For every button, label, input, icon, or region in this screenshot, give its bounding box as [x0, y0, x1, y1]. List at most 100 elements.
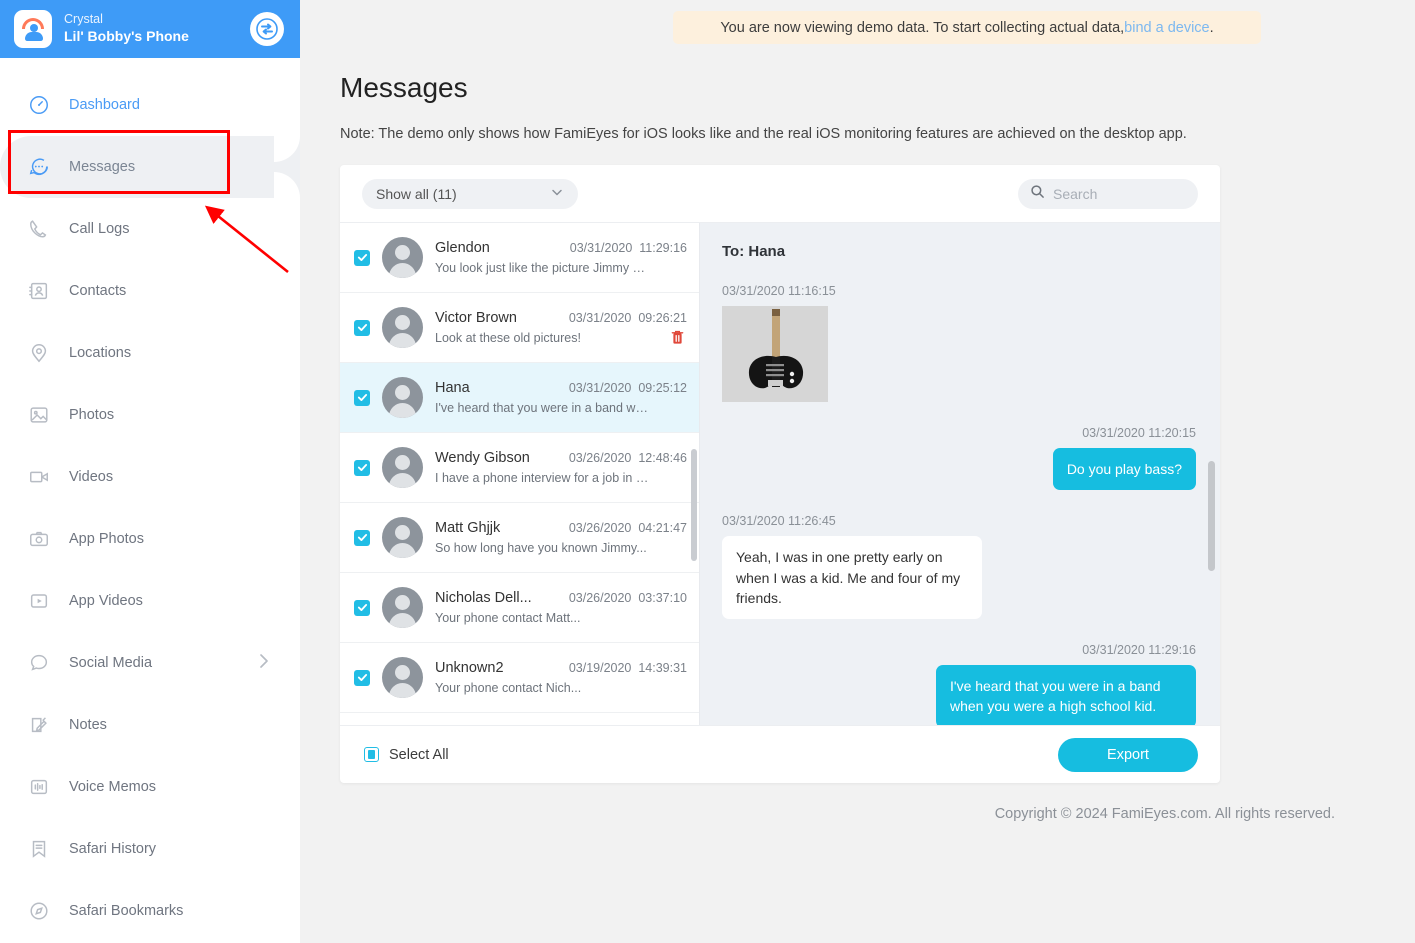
- message-timestamp: 03/31/2020 11:29:16: [1082, 643, 1196, 658]
- message-outgoing-1: 03/31/2020 11:20:15 Do you play bass?: [722, 426, 1196, 491]
- filter-label: Show all (11): [376, 185, 457, 202]
- thread-timestamp: 03/26/2020 04:21:47: [568, 521, 687, 535]
- play-box-icon: [26, 588, 52, 614]
- sidebar-item-messages[interactable]: Messages: [0, 136, 300, 198]
- sidebar-item-label: App Photos: [69, 531, 144, 547]
- app-root: Crystal Lil' Bobby's Phone Dashboard Mes…: [0, 0, 1415, 943]
- sidebar-item-social-media[interactable]: Social Media: [0, 632, 300, 694]
- thread-name: Nicholas Dell...: [435, 590, 532, 606]
- main-content: You are now viewing demo data. To start …: [300, 0, 1415, 943]
- thread-list[interactable]: Glendon 03/31/2020 11:29:16 You look jus…: [340, 223, 700, 725]
- bass-guitar-photo[interactable]: [722, 306, 828, 402]
- sidebar-item-photos[interactable]: Photos: [0, 384, 300, 446]
- sidebar-item-app-videos[interactable]: App Videos: [0, 570, 300, 632]
- show-all-filter-dropdown[interactable]: Show all (11): [362, 178, 578, 209]
- sidebar-item-contacts[interactable]: Contacts: [0, 260, 300, 322]
- image-icon: [26, 402, 52, 428]
- sidebar-item-dashboard[interactable]: Dashboard: [0, 74, 300, 136]
- export-button[interactable]: Export: [1058, 737, 1198, 772]
- thread-timestamp: 03/26/2020 12:48:46: [568, 451, 687, 465]
- thread-list-scrollbar[interactable]: [691, 449, 697, 561]
- bookmark-lines-icon: [26, 836, 52, 862]
- thread-name: Matt Ghjjk: [435, 520, 501, 536]
- thread-checkbox[interactable]: [354, 389, 370, 406]
- bind-a-device-link[interactable]: bind a device: [1124, 20, 1209, 36]
- search-box[interactable]: [1018, 178, 1198, 209]
- sidebar-item-notes[interactable]: Notes: [0, 694, 300, 756]
- sidebar-item-app-photos[interactable]: App Photos: [0, 508, 300, 570]
- sidebar-item-call-logs[interactable]: Call Logs: [0, 198, 300, 260]
- sidebar-item-safari-bookmarks[interactable]: Safari Bookmarks: [0, 880, 300, 942]
- thread-row-wendy-gibson[interactable]: Wendy Gibson 03/26/2020 12:48:46 I have …: [340, 433, 699, 503]
- thread-snippet: Your phone contact Nich...: [435, 681, 582, 695]
- thread-row-hana[interactable]: Hana 03/31/2020 09:25:12 I've heard that…: [340, 363, 699, 433]
- sidebar-item-label: App Videos: [69, 593, 143, 609]
- sidebar-item-voice-memos[interactable]: Voice Memos: [0, 756, 300, 818]
- avatar: [382, 587, 423, 628]
- speech-bubble-icon: [26, 650, 52, 676]
- device-name: Lil' Bobby's Phone: [64, 28, 189, 45]
- sidebar-item-label: Locations: [69, 345, 132, 361]
- avatar: [382, 307, 423, 348]
- thread-checkbox[interactable]: [354, 669, 370, 686]
- thread-row-glendon[interactable]: Glendon 03/31/2020 11:29:16 You look jus…: [340, 223, 699, 293]
- sidebar-item-locations[interactable]: Locations: [0, 322, 300, 384]
- thread-name: Wendy Gibson: [435, 450, 530, 466]
- page-title: Messages: [340, 72, 468, 103]
- thread-checkbox[interactable]: [354, 599, 370, 616]
- waveform-icon: [26, 774, 52, 800]
- demo-data-banner: You are now viewing demo data. To start …: [673, 11, 1261, 44]
- thread-checkbox[interactable]: [354, 249, 370, 266]
- thread-snippet: Look at these old pictures!: [435, 331, 581, 345]
- brand-text: Crystal Lil' Bobby's Phone: [64, 12, 189, 45]
- thread-name: Unknown2: [435, 660, 504, 676]
- conversation-panel: To: Hana 03/31/2020 11:16:15 03/31/2020 …: [700, 223, 1220, 725]
- contact-card-icon: [26, 278, 52, 304]
- conversation-header: To: Hana: [722, 243, 786, 260]
- avatar: [382, 657, 423, 698]
- message-bubble[interactable]: I've heard that you were in a band when …: [936, 665, 1196, 725]
- brand-header: Crystal Lil' Bobby's Phone: [0, 0, 300, 58]
- select-all-control[interactable]: Select All: [364, 747, 449, 763]
- message-image-incoming: 03/31/2020 11:16:15: [722, 284, 1196, 402]
- thread-timestamp: 03/31/2020 09:25:12: [568, 381, 687, 395]
- speedometer-icon: [26, 92, 52, 118]
- sync-swap-icon[interactable]: [250, 12, 284, 46]
- conversation-scrollbar[interactable]: [1208, 461, 1215, 571]
- message-timestamp: 03/31/2020 11:26:45: [722, 514, 836, 529]
- delete-icon[interactable]: [670, 329, 685, 350]
- message-bubble[interactable]: Yeah, I was in one pretty early on when …: [722, 536, 982, 620]
- select-all-checkbox[interactable]: [364, 747, 379, 762]
- thread-checkbox[interactable]: [354, 459, 370, 476]
- thread-row-matt-ghjjk[interactable]: Matt Ghjjk 03/26/2020 04:21:47 So how lo…: [340, 503, 699, 573]
- thread-row-unknown2[interactable]: Unknown2 03/19/2020 14:39:31 Your phone …: [340, 643, 699, 713]
- avatar: [382, 377, 423, 418]
- sidebar-item-label: Messages: [69, 159, 136, 175]
- thread-timestamp: 03/19/2020 14:39:31: [568, 661, 687, 675]
- sidebar-item-label: Photos: [69, 407, 115, 423]
- thread-row-nicholas-dell[interactable]: Nicholas Dell... 03/26/2020 03:37:10 You…: [340, 573, 699, 643]
- page-note: Note: The demo only shows how FamiEyes f…: [340, 126, 1187, 142]
- thread-snippet: So how long have you known Jimmy...: [435, 541, 647, 555]
- search-input[interactable]: [1053, 185, 1183, 202]
- sidebar-item-label: Call Logs: [69, 221, 130, 237]
- sidebar-item-videos[interactable]: Videos: [0, 446, 300, 508]
- notch-bottom: [274, 172, 300, 198]
- map-pin-icon: [26, 340, 52, 366]
- thread-timestamp: 03/26/2020 03:37:10: [568, 591, 687, 605]
- thread-checkbox[interactable]: [354, 319, 370, 336]
- thread-name: Hana: [435, 380, 470, 396]
- chevron-down-icon: [550, 185, 564, 202]
- message-outgoing-2: 03/31/2020 11:29:16 I've heard that you …: [722, 643, 1196, 725]
- panel-body: Glendon 03/31/2020 11:29:16 You look jus…: [340, 222, 1220, 725]
- sidebar-item-safari-history[interactable]: Safari History: [0, 818, 300, 880]
- message-bubble[interactable]: Do you play bass?: [1052, 448, 1196, 491]
- thread-snippet: Your phone contact Matt...: [435, 611, 581, 625]
- thread-snippet: I have a phone interview for a job in an…: [435, 471, 650, 485]
- thread-name: Victor Brown: [435, 310, 517, 326]
- sidebar-item-label: Safari Bookmarks: [69, 903, 184, 919]
- message-timestamp: 03/31/2020 11:20:15: [1082, 426, 1196, 440]
- sidebar-item-label: Dashboard: [69, 97, 140, 113]
- thread-row-victor-brown[interactable]: Victor Brown 03/31/2020 09:26:21 Look at…: [340, 293, 699, 363]
- thread-checkbox[interactable]: [354, 529, 370, 546]
